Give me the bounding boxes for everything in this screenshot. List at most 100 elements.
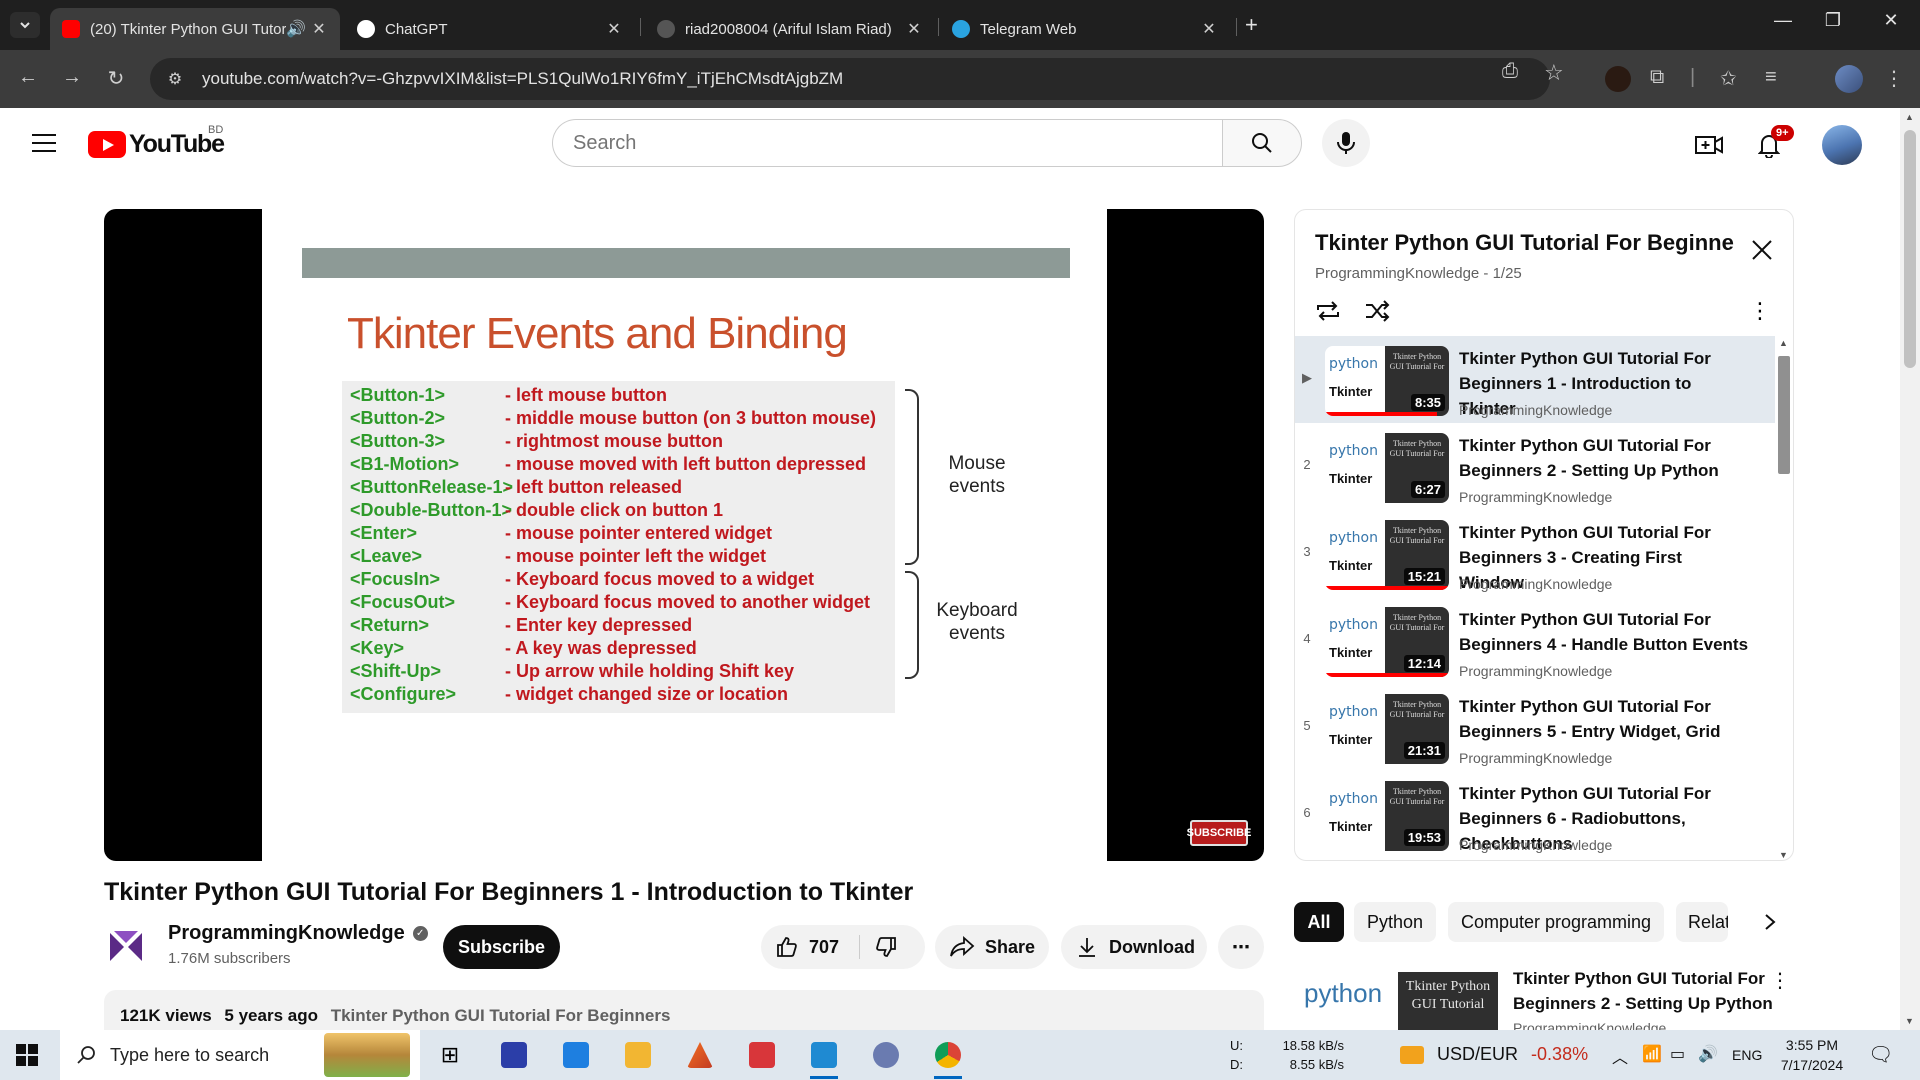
scroll-down-icon[interactable]: ▼ [1905, 1016, 1914, 1026]
share-button[interactable]: Share [935, 925, 1049, 969]
subscribe-button[interactable]: Subscribe [443, 925, 560, 969]
app-icon-1[interactable] [494, 1036, 534, 1074]
playlist-video-title[interactable]: Tkinter Python GUI Tutorial For Beginner… [1459, 433, 1749, 483]
app-icon-red[interactable] [742, 1036, 782, 1074]
media-control-icon[interactable]: ≡ [1765, 66, 1777, 89]
video-player[interactable]: Tkinter Events and Binding <Button-1> - l… [104, 209, 1264, 861]
browser-tab-youtube[interactable]: (20) Tkinter Python GUI Tutorial For Beg… [50, 8, 340, 50]
page-scrollbar[interactable]: ▲ ▼ [1900, 108, 1920, 1030]
app-icon-bug[interactable] [866, 1036, 906, 1074]
tab-search-button[interactable] [10, 12, 40, 38]
reload-button[interactable]: ↻ [102, 66, 130, 91]
youtube-logo[interactable]: YouTube [88, 130, 225, 159]
browser-tab-telegram[interactable]: Telegram Web ✕ [940, 8, 1230, 50]
chrome-icon[interactable] [928, 1036, 968, 1079]
system-clock[interactable]: 3:55 PM 7/17/2024 [1757, 1035, 1867, 1075]
extensions-puzzle-icon[interactable]: ⧉ [1650, 66, 1664, 89]
new-tab-button[interactable]: + [1245, 12, 1258, 38]
chip-computer-programming[interactable]: Computer programming [1448, 902, 1664, 942]
scrollbar-thumb[interactable] [1904, 130, 1916, 368]
address-bar[interactable]: ⚙ youtube.com/watch?v=-GhzpvvIXIM&list=P… [150, 58, 1550, 100]
chevron-up-icon[interactable]: ︿ [1612, 1044, 1628, 1068]
video-thumbnail[interactable]: python Tkinter Tkinter Python GUI Tutori… [1325, 694, 1449, 764]
close-playlist-button[interactable] [1750, 238, 1774, 262]
extension-icon[interactable] [1605, 66, 1631, 92]
task-view-icon[interactable]: ⊞ [430, 1036, 470, 1074]
wifi-icon[interactable]: 📶 [1642, 1044, 1662, 1064]
vscode-icon[interactable] [804, 1036, 844, 1079]
browser-tab-github[interactable]: riad2008004 (Ariful Islam Riad) ✕ [645, 8, 935, 50]
browser-profile-avatar[interactable] [1835, 65, 1863, 93]
back-button[interactable]: ← [14, 66, 42, 89]
chip-all[interactable]: All [1294, 902, 1344, 942]
matlab-icon[interactable] [680, 1036, 720, 1074]
playlist-title[interactable]: Tkinter Python GUI Tutorial For Beginner… [1315, 230, 1735, 256]
taskbar-search[interactable]: Type here to search [60, 1030, 420, 1080]
currency-widget[interactable]: USD/EUR -0.38% [1400, 1044, 1588, 1065]
video-thumbnail[interactable]: python Tkinter Tkinter Python GUI Tutori… [1325, 520, 1449, 590]
create-button[interactable] [1692, 128, 1726, 162]
app-icon-2[interactable] [556, 1036, 596, 1074]
file-explorer-icon[interactable] [618, 1036, 658, 1074]
scroll-up-icon[interactable]: ▲ [1905, 112, 1914, 122]
dislike-button[interactable] [874, 935, 898, 959]
close-icon[interactable]: ✕ [905, 19, 923, 39]
recommendation-menu-button[interactable]: ⋮ [1770, 968, 1790, 993]
scroll-up-icon[interactable]: ▲ [1779, 338, 1788, 348]
menu-icon[interactable] [32, 134, 56, 152]
more-menu-icon[interactable]: ⋮ [1884, 66, 1904, 91]
playlist-item[interactable]: 4 python Tkinter Tkinter Python GUI Tuto… [1295, 597, 1775, 684]
loop-button[interactable] [1313, 296, 1343, 326]
playlist-item[interactable]: 6 python Tkinter Tkinter Python GUI Tuto… [1295, 771, 1775, 858]
voice-search-button[interactable] [1322, 119, 1370, 167]
bookmarks-icon[interactable]: ✩ [1720, 66, 1737, 91]
install-app-icon[interactable]: ⎙ [1502, 60, 1518, 83]
video-thumbnail[interactable]: python Tkinter Tkinter Python GUI Tutori… [1325, 607, 1449, 677]
restore-button[interactable]: ❐ [1810, 10, 1856, 31]
chips-next-button[interactable] [1755, 907, 1785, 937]
channel-avatar[interactable] [104, 925, 148, 969]
url-text[interactable]: youtube.com/watch?v=-GhzpvvIXIM&list=PLS… [202, 69, 843, 89]
search-input[interactable] [552, 119, 1222, 167]
search-button[interactable] [1222, 119, 1302, 167]
speaker-icon[interactable]: 🔊 [286, 19, 306, 39]
scroll-down-icon[interactable]: ▼ [1779, 850, 1788, 860]
playlist-video-title[interactable]: Tkinter Python GUI Tutorial For Beginner… [1459, 607, 1749, 657]
chip-python[interactable]: Python [1354, 902, 1436, 942]
minimize-button[interactable]: — [1760, 10, 1806, 31]
playlist-item[interactable]: ▶ python Tkinter Tkinter Python GUI Tuto… [1295, 336, 1775, 423]
windows-start-icon[interactable] [16, 1044, 38, 1066]
recommendation-title[interactable]: Tkinter Python GUI Tutorial For Beginner… [1513, 966, 1773, 1016]
playlist-item[interactable]: 3 python Tkinter Tkinter Python GUI Tuto… [1295, 510, 1775, 597]
video-thumbnail[interactable]: python Tkinter Tkinter Python GUI Tutori… [1325, 781, 1449, 851]
subscribe-watermark[interactable]: SUBSCRIBE [1187, 820, 1251, 846]
shuffle-button[interactable] [1363, 296, 1393, 326]
close-icon[interactable]: ✕ [1200, 19, 1218, 39]
like-button[interactable]: 707 [775, 935, 839, 959]
notification-center-icon[interactable]: 🗨 [1868, 1042, 1893, 1067]
video-thumbnail[interactable]: python Tkinter Tkinter Python GUI Tutori… [1325, 433, 1449, 503]
battery-icon[interactable]: ▭ [1670, 1044, 1685, 1064]
window-close-button[interactable]: ✕ [1868, 10, 1914, 31]
playlist-scrollbar[interactable]: ▲ ▼ [1775, 336, 1793, 860]
more-actions-button[interactable]: ⋯ [1218, 925, 1264, 969]
playlist-video-title[interactable]: Tkinter Python GUI Tutorial For Beginner… [1459, 694, 1749, 744]
channel-name-text[interactable]: ProgrammingKnowledge [168, 922, 405, 945]
browser-tab-chatgpt[interactable]: ChatGPT ✕ [345, 8, 635, 50]
site-info-icon[interactable]: ⚙ [164, 68, 186, 90]
playlist-menu-button[interactable]: ⋮ [1745, 296, 1775, 326]
account-avatar[interactable] [1822, 125, 1862, 165]
video-thumbnail[interactable]: python Tkinter Tkinter Python GUI Tutori… [1325, 346, 1449, 416]
volume-icon[interactable]: 🔊 [1698, 1044, 1718, 1064]
playlist-item[interactable]: 2 python Tkinter Tkinter Python GUI Tuto… [1295, 423, 1775, 510]
playlist-link[interactable]: Tkinter Python GUI Tutorial For Beginner… [331, 1006, 671, 1025]
close-icon[interactable]: ✕ [605, 19, 623, 39]
channel-name[interactable]: ProgrammingKnowledge ✓ [168, 922, 428, 945]
download-button[interactable]: Download [1061, 925, 1207, 969]
forward-button[interactable]: → [58, 66, 86, 89]
close-icon[interactable]: ✕ [310, 19, 328, 39]
playlist-item[interactable]: 5 python Tkinter Tkinter Python GUI Tuto… [1295, 684, 1775, 771]
recommendation-thumbnail[interactable]: python Tkinter Python GUI Tutorial [1294, 968, 1498, 1030]
bookmark-star-icon[interactable]: ☆ [1544, 60, 1564, 86]
scrollbar-thumb[interactable] [1778, 356, 1790, 474]
